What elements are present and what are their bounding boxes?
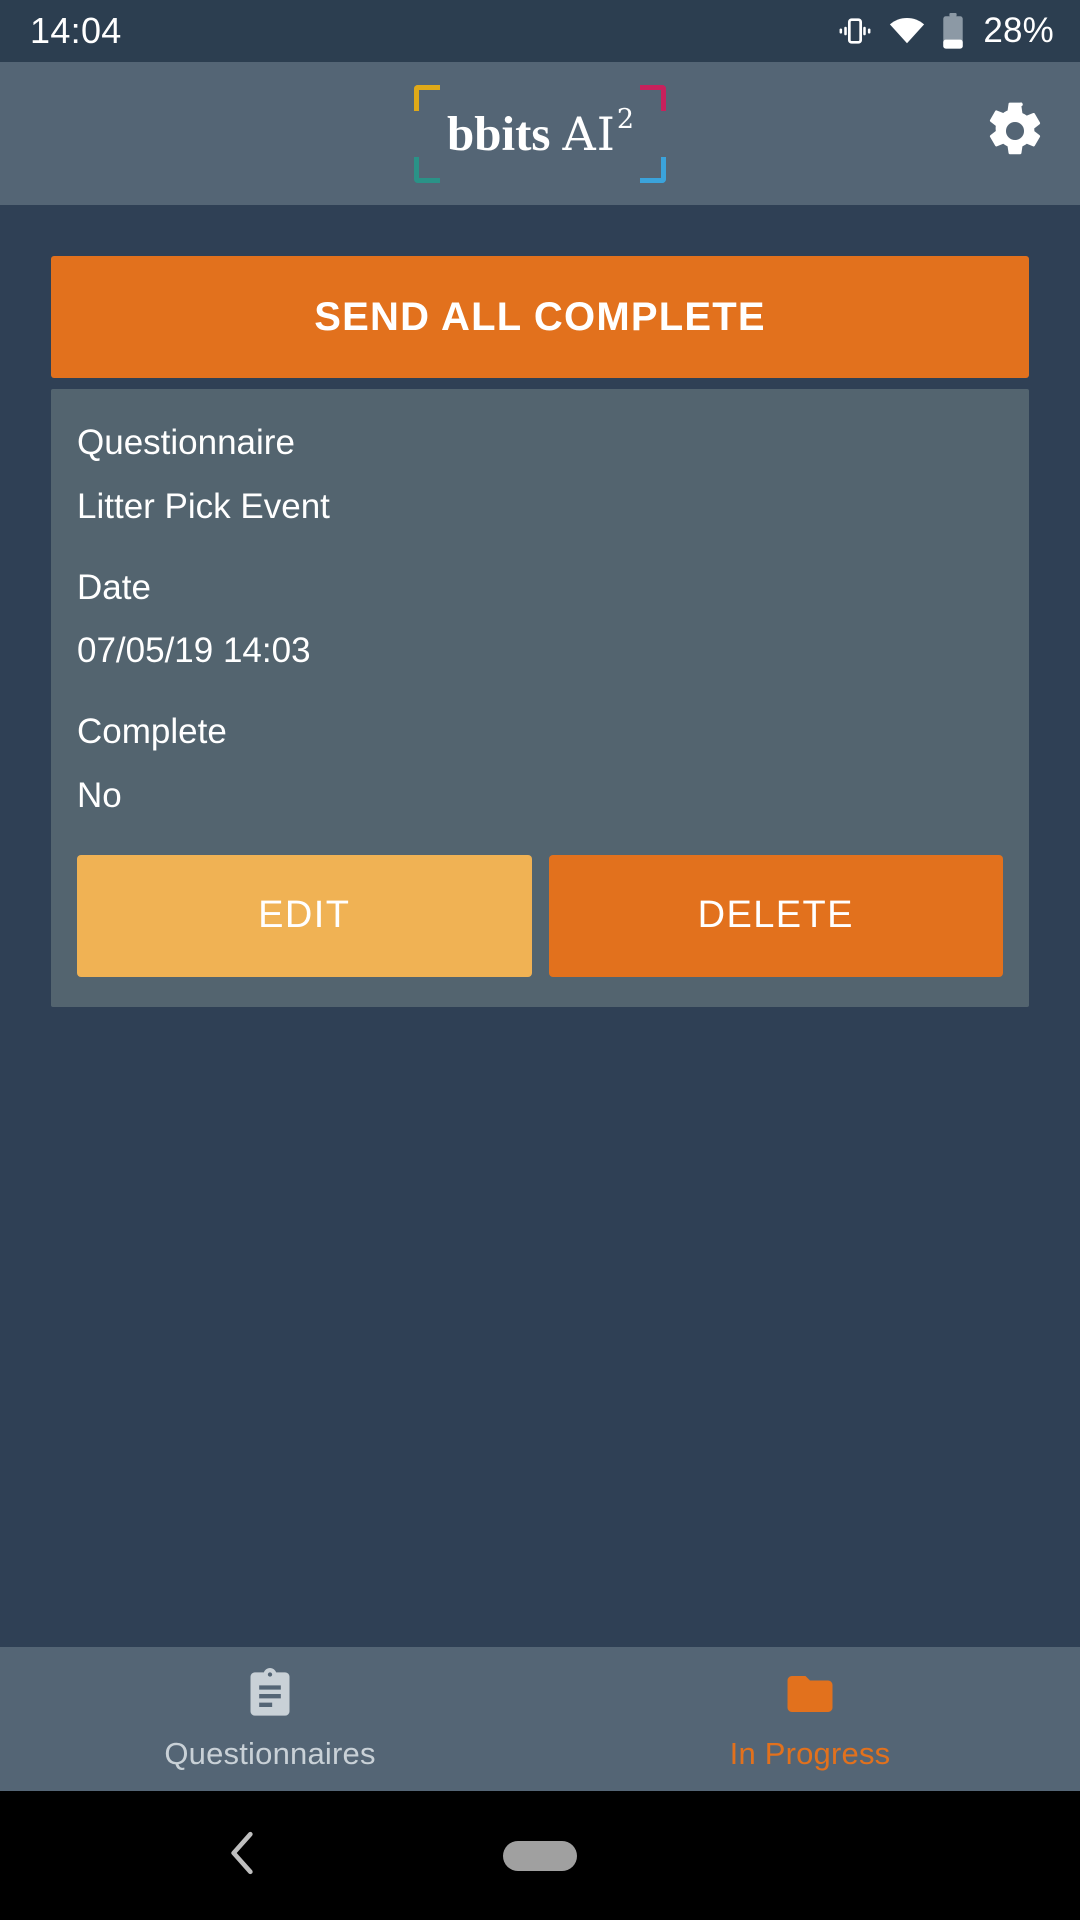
bottom-tab-bar: Questionnaires In Progress: [0, 1647, 1080, 1791]
questionnaire-label: Questionnaire: [77, 423, 295, 462]
main-content: SEND ALL COMPLETE Questionnaire Litter P…: [0, 205, 1080, 1647]
logo-bracket-bottom-right-icon: [640, 156, 666, 183]
questionnaire-field: Questionnaire Litter Pick Event: [77, 421, 1003, 529]
date-field: Date 07/05/19 14:03: [77, 566, 1003, 674]
send-all-complete-button[interactable]: SEND ALL COMPLETE: [51, 256, 1029, 378]
vibrate-icon: [838, 14, 872, 48]
logo-bracket-bottom-left-icon: [414, 156, 440, 183]
date-label: Date: [77, 567, 151, 607]
tab-questionnaires[interactable]: Questionnaires: [0, 1647, 540, 1791]
folder-icon: [783, 1666, 837, 1722]
app-logo: bbits AI 2: [414, 79, 666, 189]
wifi-icon: [889, 16, 925, 46]
delete-button[interactable]: DELETE: [548, 854, 1003, 977]
logo-secondary-text: AI: [562, 107, 616, 161]
status-clock: 14:04: [30, 10, 122, 51]
complete-label: Complete: [77, 712, 227, 751]
tab-questionnaires-label: Questionnaires: [164, 1736, 376, 1771]
questionnaire-record-card: Questionnaire Litter Pick Event Date 07/…: [51, 389, 1029, 1007]
battery-percent-label: 28%: [983, 11, 1054, 50]
back-chevron-icon: [225, 1830, 259, 1881]
gear-icon: [984, 100, 1046, 167]
home-pill-icon[interactable]: [503, 1840, 577, 1871]
app-header: bbits AI 2: [0, 62, 1080, 205]
clipboard-icon: [244, 1666, 296, 1722]
card-action-row: EDIT DELETE: [77, 854, 1003, 977]
complete-field: Complete No: [77, 710, 1003, 818]
back-button[interactable]: [207, 1821, 277, 1891]
tab-in-progress[interactable]: In Progress: [540, 1647, 1080, 1791]
app-root: 14:04 28% bbits AI 2 SEND ALL COMPLETE Q…: [0, 0, 1080, 1920]
logo-bracket-top-right-icon: [640, 84, 666, 111]
questionnaire-value: Litter Pick Event: [77, 486, 330, 526]
status-bar: 14:04 28%: [0, 0, 1080, 62]
logo-bracket-top-left-icon: [414, 84, 440, 111]
battery-icon: [942, 13, 964, 49]
complete-value: No: [77, 775, 122, 815]
logo-superscript-text: 2: [616, 104, 635, 135]
status-icons: 28%: [838, 11, 1054, 51]
android-nav-bar: [0, 1791, 1080, 1920]
logo-primary-text: bbits: [446, 106, 551, 161]
tab-in-progress-label: In Progress: [729, 1736, 891, 1771]
settings-button[interactable]: [980, 99, 1050, 169]
logo-text: bbits AI 2: [446, 104, 635, 162]
date-value: 07/05/19 14:03: [77, 631, 311, 671]
edit-button[interactable]: EDIT: [77, 854, 532, 977]
